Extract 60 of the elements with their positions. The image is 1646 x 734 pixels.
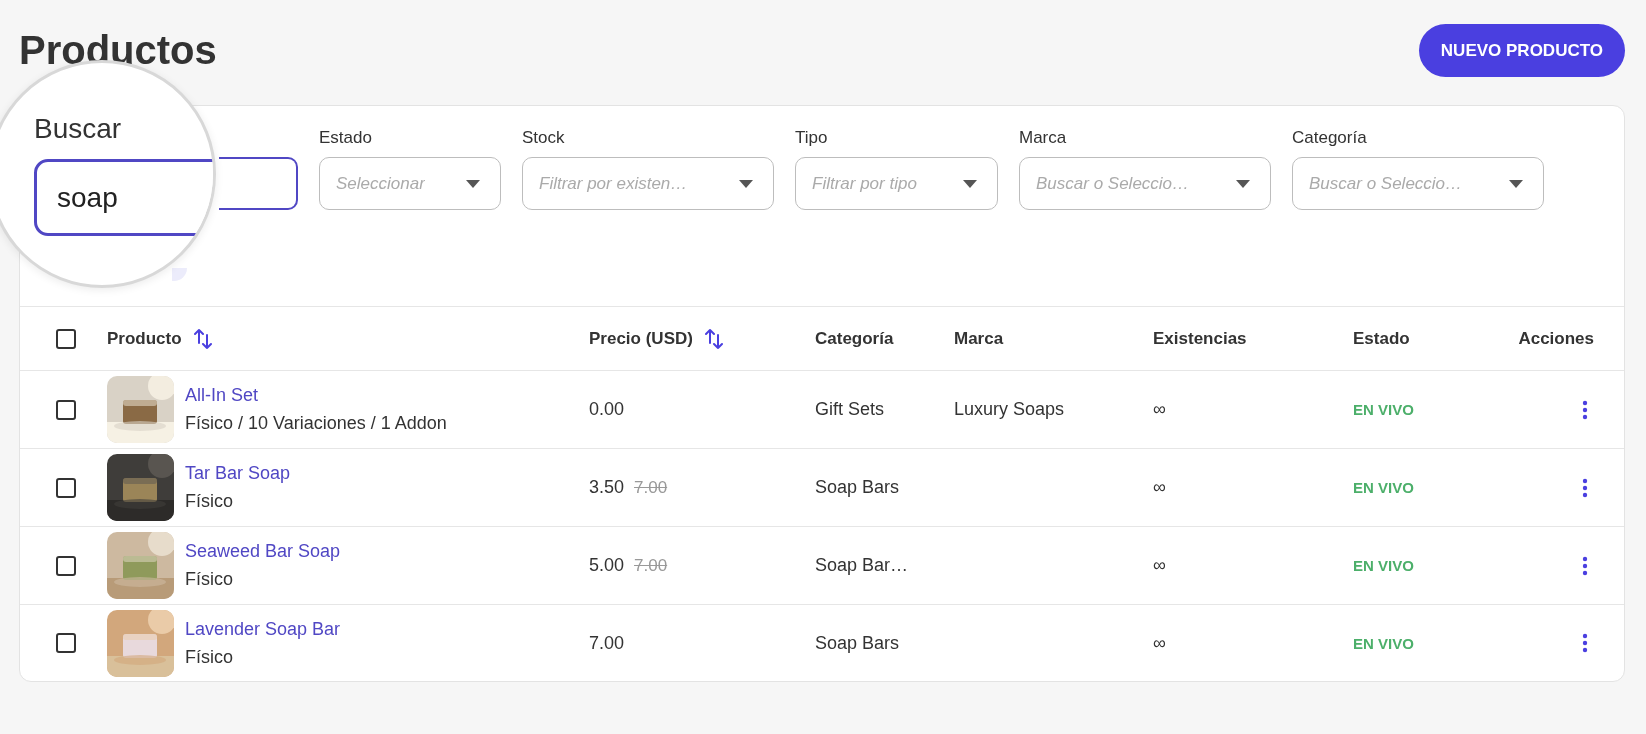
old-price: 7.00	[634, 555, 668, 576]
column-header: Marca	[954, 328, 1004, 349]
column-header[interactable]: Producto	[107, 328, 182, 349]
stock-cell-text: ∞	[1153, 399, 1167, 420]
product-link[interactable]: Tar Bar Soap	[185, 463, 291, 484]
category-cell-text: Soap Bars	[815, 632, 901, 654]
price: 0.00	[589, 399, 625, 420]
more-options-icon[interactable]	[1582, 555, 1588, 576]
checkbox[interactable]	[56, 399, 76, 420]
page-title: Productos	[19, 28, 217, 73]
checkbox[interactable]	[56, 633, 76, 653]
product-details: Físico	[185, 569, 234, 590]
stock-cell-text: ∞	[1153, 632, 1167, 654]
column-header: Estado	[1353, 328, 1410, 349]
filter-label: Stock	[522, 128, 566, 148]
category-cell-text: Gift Sets	[815, 399, 886, 420]
filter-label: Marca	[1019, 128, 1068, 148]
status-label: EN VIVO	[1353, 401, 1415, 418]
caret-icon	[1236, 179, 1250, 188]
caret-icon	[1509, 179, 1523, 188]
magnified-search-field[interactable]: soap	[34, 159, 213, 236]
column-header[interactable]: Precio (USD)	[589, 328, 693, 349]
product-link[interactable]: Lavender Soap Bar	[185, 618, 341, 640]
old-price: 7.00	[634, 477, 668, 498]
brand-cell-text: Luxury Soaps	[954, 399, 1066, 420]
checkbox[interactable]	[56, 477, 76, 498]
product-details: Físico	[185, 646, 234, 668]
sort-icon[interactable]	[193, 327, 212, 350]
more-options-icon[interactable]	[1582, 477, 1588, 498]
sort-icon[interactable]	[704, 327, 723, 350]
category-cell-text: Soap Bars	[815, 477, 901, 498]
price: 5.00	[589, 555, 625, 576]
column-header: Existencias	[1153, 328, 1247, 349]
product-details: Físico / 10 Variaciones / 1 Addon	[185, 413, 447, 434]
new-product-button[interactable]: NUEVO PRODUCTO	[1418, 24, 1625, 77]
more-options-icon[interactable]	[1582, 399, 1588, 420]
more-options-icon[interactable]	[1582, 633, 1588, 653]
search-label: Buscar	[34, 113, 122, 145]
product-link[interactable]: Seaweed Bar Soap	[185, 541, 341, 562]
price: 3.50	[589, 477, 625, 498]
status-label: EN VIVO	[1353, 479, 1415, 496]
filter-label: Tipo	[795, 128, 829, 148]
stock-cell-text: ∞	[1153, 555, 1167, 576]
category-cell-text: Soap Bar…	[815, 555, 910, 576]
stock-cell-text: ∞	[1153, 477, 1167, 498]
caret-icon	[739, 179, 753, 188]
search-field[interactable]	[219, 157, 298, 210]
filter-label: Categoría	[1292, 128, 1368, 148]
price: 7.00	[589, 632, 625, 654]
column-header: Acciones	[1518, 328, 1594, 349]
filter-label: Estado	[319, 128, 373, 148]
caret-icon	[963, 179, 977, 188]
product-details: Físico	[185, 491, 234, 512]
status-label: EN VIVO	[1353, 634, 1415, 652]
checkbox[interactable]	[56, 328, 76, 349]
checkbox[interactable]	[56, 555, 76, 576]
caret-icon	[466, 179, 480, 188]
column-header: Categoría	[815, 328, 894, 349]
product-link[interactable]: All-In Set	[185, 385, 447, 406]
status-label: EN VIVO	[1353, 557, 1415, 574]
